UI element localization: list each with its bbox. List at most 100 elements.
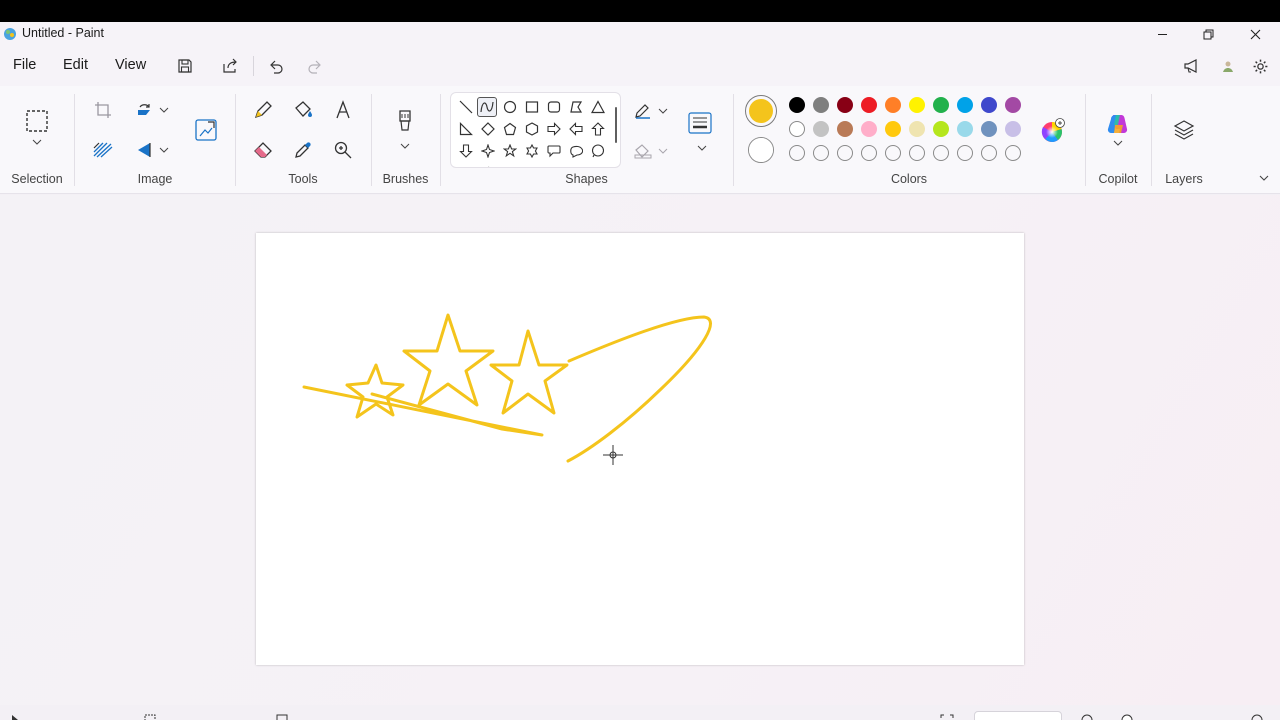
six-point-star-shape[interactable] [522,141,542,161]
redo-button[interactable] [303,54,327,78]
custom-color-slot[interactable] [861,145,877,161]
oval-callout-shape[interactable] [566,141,586,161]
outline-dropdown[interactable] [655,99,671,123]
size-button[interactable] [688,111,712,135]
settings-button[interactable] [1248,54,1272,78]
four-point-star-shape[interactable] [478,141,498,161]
brushes-dropdown[interactable] [393,138,417,154]
rotate-button[interactable] [133,98,157,122]
view-menu[interactable]: View [115,57,146,73]
palette-swatch[interactable] [813,97,829,113]
custom-color-slot[interactable] [981,145,997,161]
palette-swatch[interactable] [837,121,853,137]
custom-color-slot[interactable] [885,145,901,161]
zoom-level-field[interactable] [974,711,1062,720]
palette-swatch[interactable] [885,97,901,113]
custom-color-slot[interactable] [957,145,973,161]
line-shape[interactable] [456,97,476,117]
close-button[interactable] [1232,22,1278,46]
right-triangle-shape[interactable] [456,119,476,139]
palette-swatch[interactable] [789,97,805,113]
diamond-shape[interactable] [478,119,498,139]
undo-button[interactable] [264,54,288,78]
size-dropdown[interactable] [690,140,714,156]
oval-shape[interactable] [500,97,520,117]
right-arrow-shape[interactable] [544,119,564,139]
palette-swatch[interactable] [957,97,973,113]
palette-swatch[interactable] [861,97,877,113]
shapes-scrollbar[interactable] [615,107,617,143]
lightning-shape[interactable] [478,163,498,167]
text-tool[interactable] [331,98,355,122]
zoom-in-icon[interactable] [1250,713,1264,720]
secondary-color-selector[interactable] [748,137,774,163]
resize-button[interactable] [193,117,219,143]
restore-button[interactable] [1185,22,1231,46]
custom-color-slot[interactable] [933,145,949,161]
palette-swatch[interactable] [789,121,805,137]
zoom-out-icon[interactable] [1080,713,1094,720]
palette-swatch[interactable] [909,97,925,113]
brushes-button[interactable] [393,108,417,132]
palette-swatch[interactable] [885,121,901,137]
palette-swatch[interactable] [837,97,853,113]
edit-colors-button[interactable] [1040,118,1065,142]
magnifier-tool[interactable] [331,138,355,162]
fill-button[interactable] [631,139,655,163]
whats-new-button[interactable] [1180,54,1204,78]
color-picker-tool[interactable] [291,138,315,162]
pencil-tool[interactable] [251,98,275,122]
triangle-shape[interactable] [588,97,608,117]
zoom-slider-thumb-icon[interactable] [1120,713,1134,720]
rectangular-callout-shape[interactable] [544,141,564,161]
heart-shape[interactable] [456,163,476,167]
palette-swatch[interactable] [933,97,949,113]
five-point-star-shape[interactable] [500,141,520,161]
account-button[interactable] [1216,54,1240,78]
crop-button[interactable] [91,98,115,122]
fill-tool[interactable] [291,98,315,122]
up-arrow-shape[interactable] [588,119,608,139]
pentagon-shape[interactable] [500,119,520,139]
custom-color-slot[interactable] [789,145,805,161]
palette-swatch[interactable] [933,121,949,137]
save-button[interactable] [173,54,197,78]
share-button[interactable] [218,54,242,78]
palette-swatch[interactable] [813,121,829,137]
custom-color-slot[interactable] [1005,145,1021,161]
palette-swatch[interactable] [981,121,997,137]
curve-shape[interactable] [477,97,497,117]
fill-dropdown[interactable] [655,139,671,163]
drawing-canvas[interactable] [256,233,1024,665]
cloud-callout-shape[interactable] [588,141,608,161]
flip-dropdown[interactable] [156,138,172,162]
rounded-rectangle-shape[interactable] [544,97,564,117]
palette-swatch[interactable] [981,97,997,113]
minimize-button[interactable] [1139,22,1185,46]
custom-color-slot[interactable] [909,145,925,161]
layers-button[interactable] [1172,118,1196,142]
palette-swatch[interactable] [1005,121,1021,137]
flip-button[interactable] [133,138,157,162]
rotate-dropdown[interactable] [156,98,172,122]
outline-button[interactable] [631,99,655,123]
palette-swatch[interactable] [909,121,925,137]
palette-swatch[interactable] [1005,97,1021,113]
down-arrow-shape[interactable] [456,141,476,161]
ribbon-collapse-button[interactable] [1252,168,1276,188]
polygon-shape[interactable] [566,97,586,117]
copilot-dropdown[interactable] [1106,136,1130,150]
custom-color-slot[interactable] [837,145,853,161]
palette-swatch[interactable] [957,121,973,137]
hexagon-shape[interactable] [522,119,542,139]
primary-color-selector[interactable] [745,95,777,127]
selection-tool[interactable] [25,109,49,133]
rectangle-shape[interactable] [522,97,542,117]
custom-color-slot[interactable] [813,145,829,161]
image-edit-button[interactable] [91,138,115,162]
palette-swatch[interactable] [861,121,877,137]
edit-menu[interactable]: Edit [63,57,88,73]
file-menu[interactable]: File [13,57,36,73]
selection-dropdown[interactable] [25,134,49,150]
left-arrow-shape[interactable] [566,119,586,139]
